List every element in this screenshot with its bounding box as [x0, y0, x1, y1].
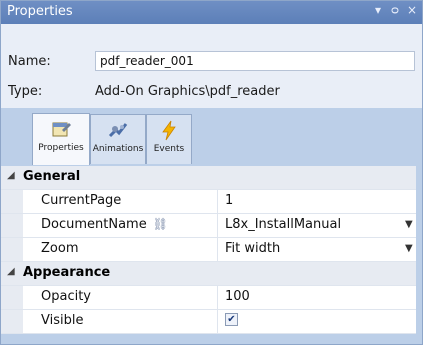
property-row-documentname[interactable]: DocumentName ⛓ L8x_InstallManual ▼	[1, 214, 422, 238]
property-row-visible[interactable]: Visible ✔	[1, 310, 422, 334]
visible-checkbox[interactable]: ✔	[225, 313, 238, 326]
collapse-icon[interactable]: ◢	[7, 170, 15, 181]
tab-events-label: Events	[153, 144, 185, 154]
row-gutter	[1, 310, 23, 333]
tab-animations-label: Animations	[92, 144, 144, 154]
panel-title: Properties	[7, 4, 73, 19]
panel-titlebar: Properties ▾ ᴑ ×	[1, 1, 422, 24]
property-name: DocumentName ⛓	[41, 217, 168, 232]
row-gutter	[1, 214, 23, 237]
pin-icon[interactable]: ᴑ	[388, 3, 402, 17]
column-divider	[217, 214, 218, 237]
column-divider	[217, 286, 218, 309]
collapse-icon[interactable]: ◢	[7, 266, 15, 277]
property-value[interactable]: L8x_InstallManual	[225, 217, 341, 232]
close-icon[interactable]: ×	[405, 3, 419, 17]
type-label: Type:	[8, 84, 43, 99]
property-name: CurrentPage	[41, 193, 122, 208]
category-name: Appearance	[23, 265, 111, 280]
property-row-opacity[interactable]: Opacity 100	[1, 286, 422, 310]
property-grid: ◢ General CurrentPage 1 DocumentName ⛓ L8…	[1, 166, 422, 334]
property-name: Visible	[41, 313, 84, 328]
panel-right-edge	[416, 166, 422, 344]
property-name: Zoom	[41, 241, 79, 256]
tab-animations[interactable]: Animations	[90, 114, 146, 164]
tab-strip: Properties Animations Events	[1, 108, 422, 166]
row-gutter	[1, 238, 23, 261]
type-value: Add-On Graphics\pdf_reader	[95, 84, 280, 99]
property-value[interactable]: Fit width	[225, 241, 280, 256]
category-general[interactable]: ◢ General	[1, 166, 422, 190]
link-icon[interactable]: ⛓	[153, 217, 168, 231]
category-appearance[interactable]: ◢ Appearance	[1, 262, 422, 286]
property-value[interactable]: 100	[225, 289, 250, 304]
column-divider	[217, 310, 218, 333]
dropdown-arrow-icon[interactable]: ▼	[405, 219, 413, 230]
dropdown-icon[interactable]: ▾	[371, 3, 385, 17]
animations-icon	[108, 123, 128, 138]
properties-icon	[52, 122, 71, 137]
dropdown-arrow-icon[interactable]: ▼	[405, 243, 413, 254]
column-divider	[217, 190, 218, 213]
tab-events[interactable]: Events	[146, 114, 192, 164]
column-divider	[217, 238, 218, 261]
name-field[interactable]: pdf_reader_001	[95, 51, 415, 71]
property-value[interactable]: 1	[225, 193, 233, 208]
row-gutter	[1, 190, 23, 213]
events-icon	[162, 120, 176, 141]
row-gutter	[1, 286, 23, 309]
property-name: Opacity	[41, 289, 92, 304]
name-label: Name:	[8, 54, 51, 69]
tab-properties[interactable]: Properties	[32, 113, 90, 165]
property-row-currentpage[interactable]: CurrentPage 1	[1, 190, 422, 214]
tab-properties-label: Properties	[38, 143, 84, 153]
properties-panel: Properties ▾ ᴑ × Name: Type: pdf_reader_…	[0, 0, 423, 345]
property-row-zoom[interactable]: Zoom Fit width ▼	[1, 238, 422, 262]
category-name: General	[23, 169, 81, 184]
